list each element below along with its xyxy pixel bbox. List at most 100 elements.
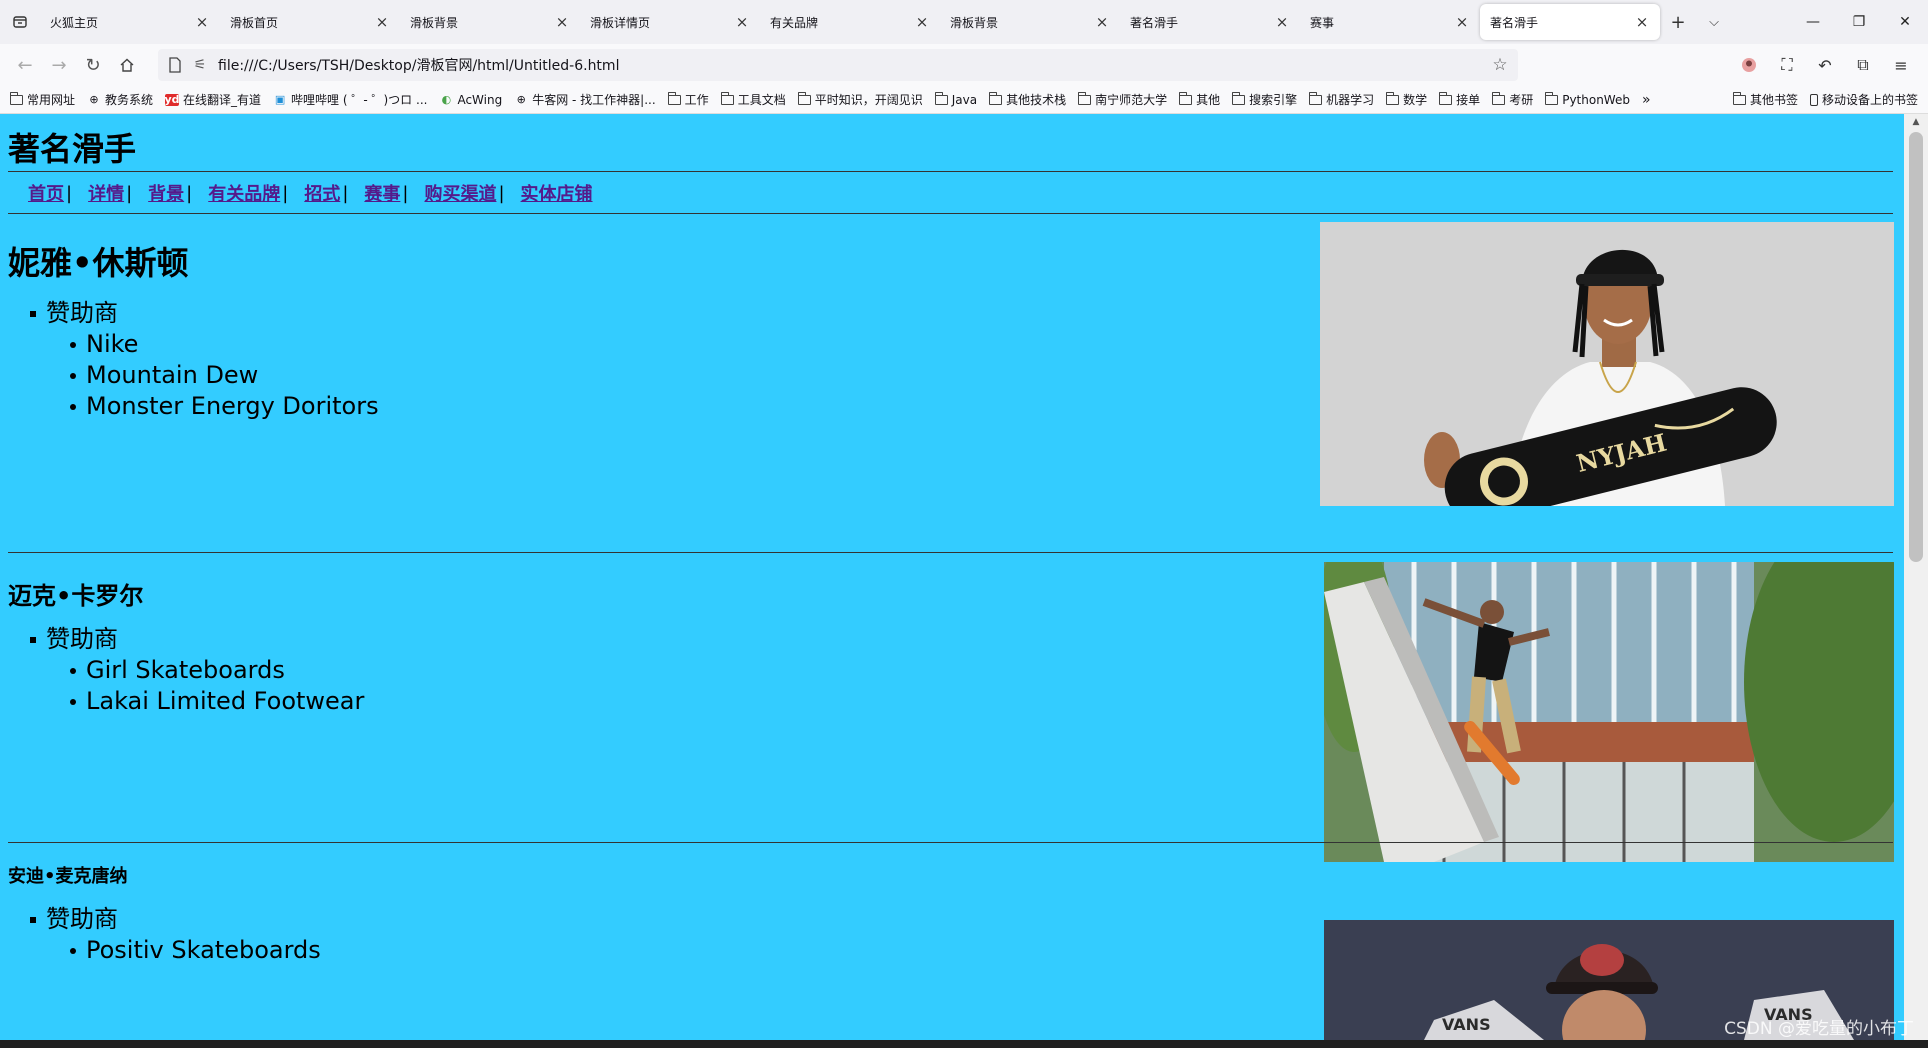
undo-icon[interactable]: ↶ [1808,48,1842,82]
url-text[interactable]: file:///C:/Users/TSH/Desktop/滑板官网/html/U… [218,55,1492,75]
bookmark-label: 工具文档 [737,93,786,107]
player-photo: NYJAH [1320,222,1894,506]
folder-icon [720,91,734,105]
bookmark-item[interactable]: 常用网址 [10,91,75,108]
bookmark-label: Java [951,92,978,107]
nav-link[interactable]: 招式 [304,180,340,206]
list-title: 赞助商 [46,905,118,933]
bookmark-item[interactable]: ⊕ 教务系统 [87,91,153,108]
firefox-view-button[interactable] [0,0,40,44]
menu-icon[interactable]: ≡ [1884,48,1918,82]
close-icon[interactable]: × [1454,14,1470,30]
page-icon [169,57,181,73]
other-bookmarks[interactable]: 其他书签 [1732,91,1798,108]
url-bar[interactable]: ⚟ file:///C:/Users/TSH/Desktop/滑板官网/html… [158,49,1518,81]
nav-item: 首页 | [28,180,72,206]
new-tab-button[interactable]: + [1660,4,1696,40]
tab[interactable]: 滑板背景 × [940,4,1120,40]
bookmarks-overflow-button[interactable]: » [1642,92,1651,108]
sponsor-name: Monster Energy Doritors [86,392,379,420]
bookmark-item[interactable]: ⊕ 牛客网 - 找工作神器|... [514,91,656,108]
bookmark-star-icon[interactable]: ☆ [1492,57,1508,74]
navigation-toolbar: ← → ↻ ⚟ file:///C:/Users/TSH/Desktop/滑板官… [0,44,1928,86]
nav-link[interactable]: 实体店铺 [521,180,593,206]
sponsor-list: 赞助商 Positiv Skateboards [30,904,321,966]
bookmark-label: 平时知识，开阔见识 [814,93,923,107]
close-icon[interactable]: × [194,14,210,30]
bookmark-item[interactable]: 工作 [667,91,709,108]
bookmark-label: 哔哩哔哩 ( ゜- ゜)つロ ... [291,93,428,107]
window-controls: — ❐ ✕ [1790,0,1928,44]
nav-link[interactable]: 背景 [148,180,184,206]
nav-link[interactable]: 首页 [28,180,64,206]
bookmark-item[interactable]: 数学 [1386,91,1427,108]
restore-button[interactable]: ❐ [1836,0,1882,44]
back-button[interactable]: ← [8,48,42,82]
bookmark-item[interactable]: 搜索引擎 [1232,91,1297,108]
page-scrollbar[interactable]: ▲ [1904,114,1928,1040]
extensions-icon[interactable]: ⧉ [1846,48,1880,82]
close-window-button[interactable]: ✕ [1882,0,1928,44]
nav-link[interactable]: 赛事 [364,180,400,206]
nav-item: 购买渠道 | [424,180,504,206]
nav-item: 赛事 | [364,180,408,206]
nav-link[interactable]: 购买渠道 [424,180,496,206]
screenshot-icon[interactable]: ⛶ [1770,48,1804,82]
bullet-square [30,916,36,923]
bookmark-item[interactable]: ▣ 哔哩哔哩 ( ゜- ゜)つロ ... [273,91,428,108]
tab[interactable]: 赛事 × [1300,4,1480,40]
home-button[interactable] [110,48,144,82]
forward-button[interactable]: → [42,48,76,82]
close-icon[interactable]: × [734,14,750,30]
bookmark-item[interactable]: yd 在线翻译_有道 [165,91,262,108]
close-icon[interactable]: × [1094,14,1110,30]
tab[interactable]: 火狐主页 × [40,4,220,40]
list-all-tabs-button[interactable]: ⌵ [1696,4,1732,40]
sponsor-list: 赞助商 Nike Mountain Dew Monster Energy Dorit… [30,298,379,422]
permissions-icon[interactable]: ⚟ [192,57,208,73]
tab[interactable]: 滑板详情页 × [580,4,760,40]
nav-item: 实体店铺 [521,180,593,206]
bookmark-item[interactable]: ◐ AcWing [439,93,503,107]
arrow-right-icon: → [51,54,67,76]
bookmark-item[interactable]: 其他技术栈 [989,91,1066,108]
bookmark-item[interactable]: 考研 [1492,91,1533,108]
close-icon[interactable]: × [914,14,930,30]
mobile-bookmarks[interactable]: 移动设备上的书签 [1809,91,1918,108]
nav-link[interactable]: 详情 [88,180,124,206]
bookmark-item[interactable]: 南宁师范大学 [1078,91,1167,108]
sponsor-sublist: Positiv Skateboards [30,935,321,966]
bullet-dot [70,372,76,379]
bilibili-icon: ▣ [274,93,286,106]
chevron-down-icon: ⌵ [1709,14,1719,30]
close-icon[interactable]: × [374,14,390,30]
reload-button[interactable]: ↻ [76,48,110,82]
bookmark-item[interactable]: 平时知识，开阔见识 [797,91,923,108]
bookmark-label: 接单 [1456,93,1481,107]
bookmark-item[interactable]: Java [934,91,978,107]
tab[interactable]: 滑板背景 × [400,4,580,40]
bookmark-item[interactable]: 接单 [1439,91,1480,108]
close-icon[interactable]: × [1634,14,1650,30]
nav-item: 招式 | [304,180,348,206]
bookmark-item[interactable]: 工具文档 [720,91,786,108]
bookmark-label: 南宁师范大学 [1095,93,1168,107]
account-avatar-icon[interactable] [1732,48,1766,82]
close-icon[interactable]: × [554,14,570,30]
bookmark-item[interactable]: 机器学习 [1309,91,1374,108]
close-icon[interactable]: × [1274,14,1290,30]
scrollbar-thumb[interactable] [1909,132,1923,562]
bookmark-item[interactable]: PythonWeb [1545,91,1630,107]
nav-link[interactable]: 有关品牌 [208,180,280,206]
tab[interactable]: 滑板首页 × [220,4,400,40]
sponsor-item: Mountain Dew [30,360,379,391]
scroll-up-icon[interactable]: ▲ [1904,114,1928,130]
tab[interactable]: 有关品牌 × [760,4,940,40]
bookmark-label: 搜索引擎 [1249,93,1298,107]
tab[interactable]: 著名滑手 × [1120,4,1300,40]
bookmark-item[interactable]: 其他 [1179,91,1220,108]
minimize-button[interactable]: — [1790,0,1836,44]
bullet-square [30,636,36,643]
sponsor-name: Positiv Skateboards [86,936,321,964]
tab[interactable]: 著名滑手 × [1480,4,1660,40]
